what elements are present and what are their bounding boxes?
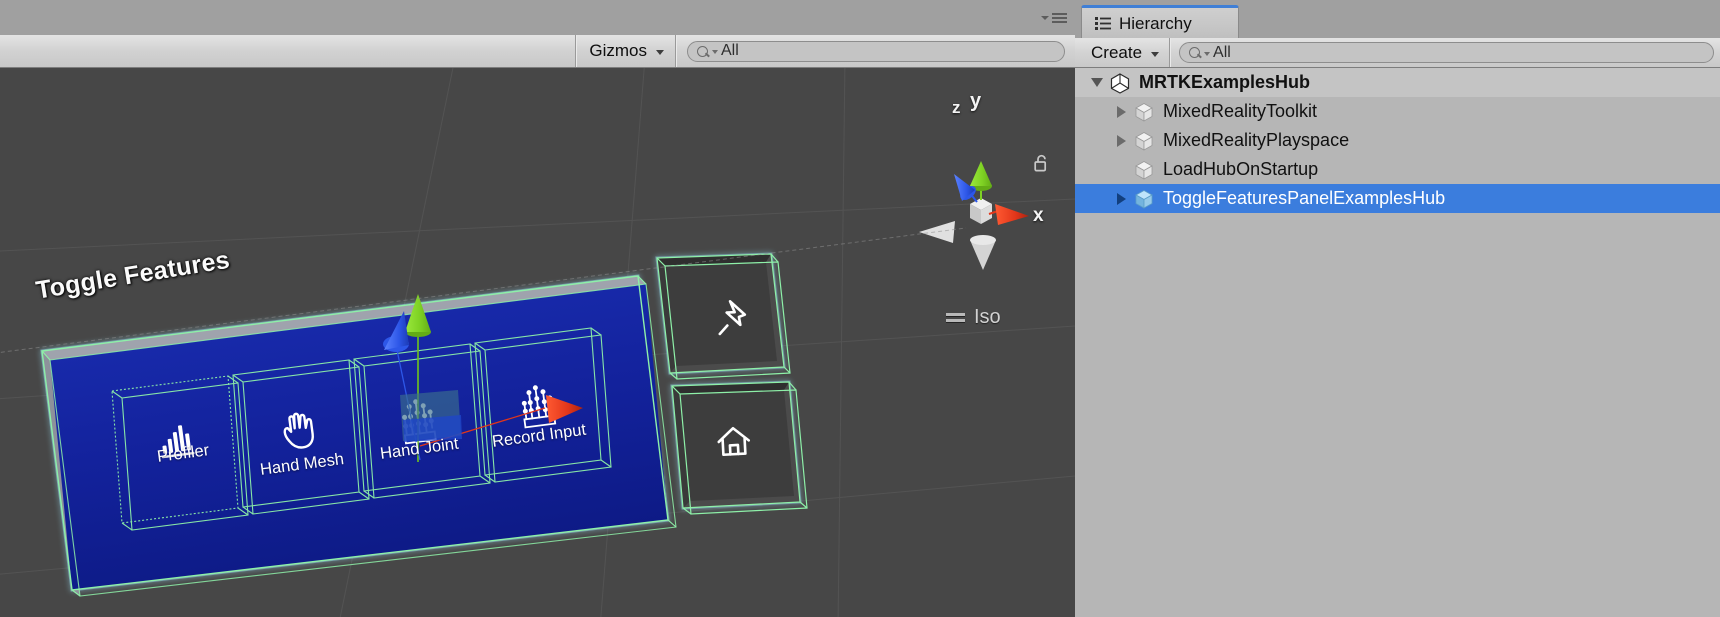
hierarchy-panel: Hierarchy Create All MRTKExamplesHub Mix… <box>1075 0 1720 617</box>
gameobject-cube-icon <box>1135 102 1153 122</box>
chevron-right-icon <box>1116 134 1126 147</box>
scene-search-value: All <box>721 42 739 59</box>
tree-row-label: MixedRealityPlayspace <box>1163 130 1350 150</box>
chevron-down-icon <box>1151 51 1160 57</box>
tree-row[interactable]: MixedRealityPlayspace <box>1075 126 1720 155</box>
tab-hierarchy-label: Hierarchy <box>1119 13 1192 33</box>
hierarchy-search-value: All <box>1213 43 1231 61</box>
hierarchy-toolbar: Create All <box>1075 38 1720 68</box>
tree-row-label: ToggleFeaturesPanelExamplesHub <box>1163 188 1446 208</box>
gizmos-label: Gizmos <box>589 41 647 60</box>
twisty-toggle[interactable] <box>1109 192 1133 205</box>
view-mode-label: Iso <box>974 306 1001 328</box>
tree-row[interactable]: MRTKExamplesHub <box>1075 68 1720 97</box>
view-projection-toggle[interactable]: Iso <box>946 306 1001 329</box>
tab-hierarchy[interactable]: Hierarchy <box>1081 5 1239 39</box>
twisty-toggle[interactable] <box>1109 134 1133 147</box>
scene-search-input[interactable]: All <box>687 40 1065 62</box>
scene-viewport[interactable]: Toggle Features Profiler Hand Mesh Hand … <box>0 68 1075 617</box>
hamburger-icon <box>946 313 965 322</box>
scene-toolbar: Gizmos All <box>0 35 1075 68</box>
search-icon <box>1189 46 1202 59</box>
toolbar-end-spacer <box>1065 35 1075 67</box>
scene-view-panel: Gizmos All Toggle Features Profiler Hand… <box>0 0 1075 617</box>
toolbar-divider <box>1169 38 1171 67</box>
tree-row[interactable]: MixedRealityToolkit <box>1075 97 1720 126</box>
tree-row[interactable]: LoadHubOnStartup <box>1075 155 1720 184</box>
chevron-down-icon[interactable] <box>712 50 718 54</box>
toolbar-divider <box>675 35 676 67</box>
unity-editor-window: Gizmos All Toggle Features Profiler Hand… <box>0 0 1720 617</box>
prefab-cube-icon <box>1135 189 1153 209</box>
unity-prefab-icon <box>1110 72 1130 94</box>
hierarchy-tree[interactable]: MRTKExamplesHub MixedRealityToolkit Mixe… <box>1075 68 1720 617</box>
chevron-right-icon <box>1116 105 1126 118</box>
gizmos-dropdown-button[interactable]: Gizmos <box>576 35 675 67</box>
tree-row-label: LoadHubOnStartup <box>1163 159 1319 179</box>
chevron-right-icon <box>1116 192 1126 205</box>
scene-tab-strip <box>0 0 1075 35</box>
tree-row-label: MixedRealityToolkit <box>1163 101 1318 121</box>
twisty-toggle[interactable] <box>1085 78 1109 87</box>
tree-row-label: MRTKExamplesHub <box>1139 72 1311 92</box>
lock-open-icon[interactable] <box>1034 154 1050 173</box>
hamburger-icon <box>1052 13 1067 23</box>
chevron-down-icon[interactable] <box>1204 51 1211 56</box>
hierarchy-search-input[interactable]: All <box>1179 42 1714 63</box>
scene-3d-render <box>0 68 1075 617</box>
create-dropdown-button[interactable]: Create <box>1075 38 1169 67</box>
chevron-down-icon <box>1091 78 1103 87</box>
gameobject-cube-icon <box>1135 131 1153 151</box>
chevron-down-icon <box>1041 16 1049 20</box>
twisty-toggle[interactable] <box>1109 105 1133 118</box>
create-label: Create <box>1091 42 1143 62</box>
panel-options-icon[interactable] <box>1041 10 1067 26</box>
chevron-down-icon <box>656 50 664 55</box>
hierarchy-list-icon <box>1095 17 1111 30</box>
tree-row[interactable]: ToggleFeaturesPanelExamplesHub <box>1075 184 1720 213</box>
gameobject-cube-icon <box>1135 160 1153 180</box>
search-icon <box>697 45 710 58</box>
